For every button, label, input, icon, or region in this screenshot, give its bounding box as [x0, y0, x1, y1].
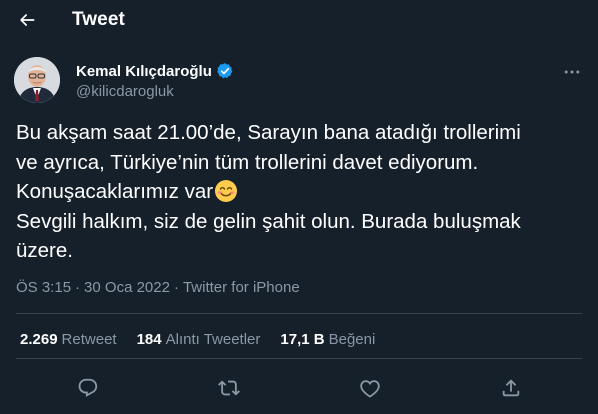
author-name-row: Kemal Kılıçdaroğlu	[76, 62, 234, 80]
page-header: Tweet	[0, 0, 598, 40]
tweet-line: üzere.	[16, 239, 73, 263]
like-count: 17,1 B	[280, 331, 325, 348]
tweet-stats: 2.269 Retweet 184 Alıntı Tweetler 17,1 B…	[20, 331, 395, 348]
avatar[interactable]	[14, 57, 60, 103]
meta-separator: ·	[173, 279, 179, 296]
heart-icon[interactable]	[359, 377, 381, 399]
reply-icon[interactable]	[77, 377, 99, 399]
author-name[interactable]: Kemal Kılıçdaroğlu	[76, 63, 212, 80]
tweet-time[interactable]: ÖS 3:15	[16, 279, 71, 296]
quote-count-link[interactable]: 184 Alıntı Tweetler	[137, 331, 261, 348]
retweet-icon[interactable]	[218, 377, 240, 399]
tweet-line: Bu akşam saat 21.00’de, Sarayın bana ata…	[16, 121, 521, 144]
meta-separator: ·	[75, 279, 81, 296]
divider	[16, 358, 582, 359]
page-title: Tweet	[72, 9, 125, 30]
tweet-line: Sevgili halkım, siz de gelin şahit olun.…	[16, 209, 521, 233]
retweet-count-link[interactable]: 2.269 Retweet	[20, 331, 117, 348]
tweet-source[interactable]: Twitter for iPhone	[183, 279, 300, 296]
retweet-count: 2.269	[20, 331, 58, 348]
more-horizontal-icon[interactable]	[562, 62, 582, 82]
avatar-image	[14, 57, 60, 103]
tweet-line: Konuşacaklarımız var	[16, 180, 214, 204]
share-icon[interactable]	[500, 377, 522, 399]
retweet-label: Retweet	[61, 331, 117, 348]
tweet-meta: ÖS 3:15 · 30 Oca 2022 · Twitter for iPho…	[16, 279, 300, 296]
tweet-line: ve ayrıca, Türkiye’nin tüm trollerini da…	[16, 150, 479, 174]
verified-badge-icon	[217, 63, 233, 79]
author-handle[interactable]: @kilicdarogluk	[76, 83, 174, 100]
tweet-text: Bu akşam saat 21.00’de, Sarayın bana ata…	[16, 118, 586, 266]
like-count-link[interactable]: 17,1 B Beğeni	[280, 331, 375, 348]
tweet-page: Tweet Kemal Kılıçdaroğlu @kilicdarogluk …	[0, 0, 598, 414]
divider	[16, 313, 582, 314]
like-label: Beğeni	[328, 331, 376, 348]
tweet-date[interactable]: 30 Oca 2022	[84, 279, 170, 296]
arrow-left-icon[interactable]	[17, 10, 37, 30]
tweet-line-with-emoji: Konuşacaklarımız var	[16, 177, 586, 207]
smiling-face-emoji-icon	[215, 180, 238, 203]
quote-count: 184	[136, 331, 162, 348]
quote-label: Alıntı Tweetler	[165, 331, 261, 348]
